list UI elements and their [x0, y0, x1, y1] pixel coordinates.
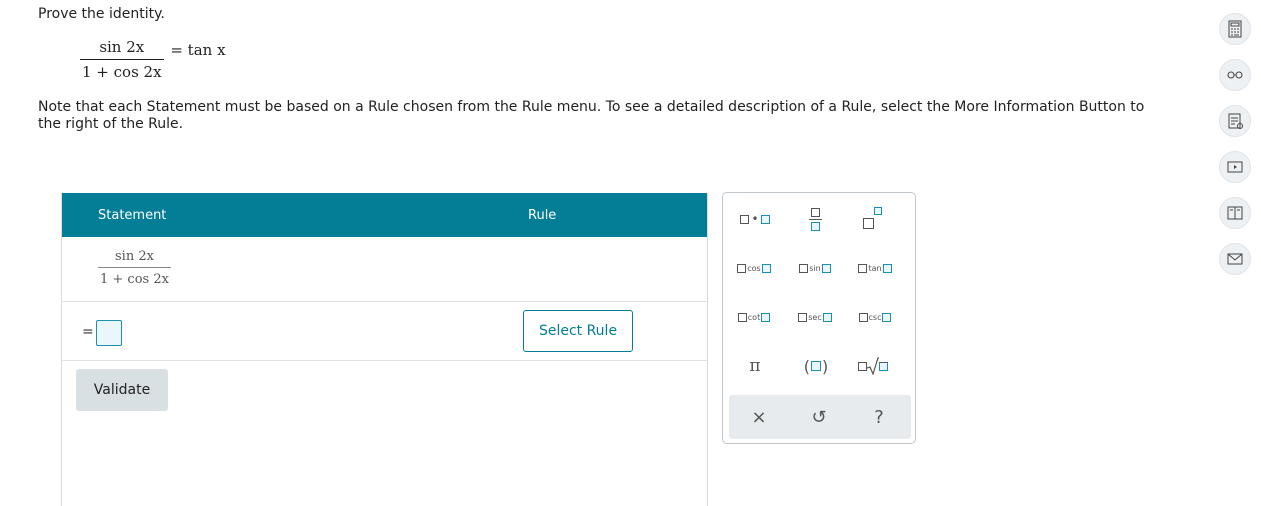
statement-denominator: 1 + cos 2x: [98, 267, 171, 287]
sin-key-label: sin: [809, 263, 821, 273]
statement-fraction: sin 2x 1 + cos 2x: [98, 249, 171, 287]
table-header: Statement Rule: [62, 193, 707, 237]
video-icon[interactable]: [1219, 151, 1251, 183]
multiply-dot-key[interactable]: •: [737, 211, 773, 227]
notes-icon[interactable]: [1219, 105, 1251, 137]
identity-expression: sin 2x 1 + cos 2x = tan x: [80, 38, 226, 81]
identity-fraction: sin 2x 1 + cos 2x: [80, 38, 164, 81]
prompt-text: Prove the identity.: [38, 6, 165, 22]
tan-key[interactable]: tan: [854, 261, 896, 275]
palette-action-bar: × ↺ ?: [729, 395, 911, 439]
identity-numerator: sin 2x: [99, 38, 145, 56]
table-row: sin 2x 1 + cos 2x: [62, 237, 707, 302]
pi-key[interactable]: π: [741, 355, 769, 377]
help-icon[interactable]: ?: [867, 405, 891, 429]
side-rail: [1219, 13, 1251, 289]
fraction-key[interactable]: [803, 205, 827, 233]
parentheses-key[interactable]: (): [799, 355, 833, 377]
tan-key-label: tan: [868, 263, 882, 273]
identity-rhs: = tan x: [170, 40, 226, 59]
sin-key[interactable]: sin: [794, 261, 836, 275]
cos-key-label: cos: [747, 263, 761, 273]
sec-key-label: sec: [808, 312, 822, 322]
math-palette: • cos sin tan cot sec csc π () × ↺ ?: [722, 192, 916, 444]
instruction-note: Note that each Statement must be based o…: [38, 99, 1145, 132]
select-rule-button[interactable]: Select Rule: [523, 310, 633, 352]
validate-button[interactable]: Validate: [76, 369, 168, 411]
equals-sign: =: [82, 324, 94, 340]
rule-header: Rule: [528, 208, 557, 223]
csc-key[interactable]: csc: [854, 310, 896, 324]
calculator-icon[interactable]: [1219, 13, 1251, 45]
clear-icon[interactable]: ×: [747, 405, 771, 429]
exponent-key[interactable]: [857, 207, 887, 229]
statement-numerator: sin 2x: [115, 249, 154, 264]
identity-denominator: 1 + cos 2x: [80, 59, 164, 81]
mail-icon[interactable]: [1219, 243, 1251, 275]
cot-key[interactable]: cot: [733, 310, 775, 324]
cos-key[interactable]: cos: [733, 261, 775, 275]
textbook-icon[interactable]: [1219, 197, 1251, 229]
sec-key[interactable]: sec: [794, 310, 836, 324]
csc-key-label: csc: [868, 312, 882, 322]
nth-root-key[interactable]: [853, 355, 893, 377]
cot-key-label: cot: [747, 312, 761, 322]
statement-input[interactable]: [96, 320, 122, 346]
statement-header: Statement: [98, 208, 167, 223]
undo-icon[interactable]: ↺: [807, 405, 831, 429]
table-row: = Select Rule: [62, 302, 707, 361]
proof-table: Statement Rule sin 2x 1 + cos 2x = Selec…: [61, 193, 708, 506]
glasses-icon[interactable]: [1219, 59, 1251, 91]
